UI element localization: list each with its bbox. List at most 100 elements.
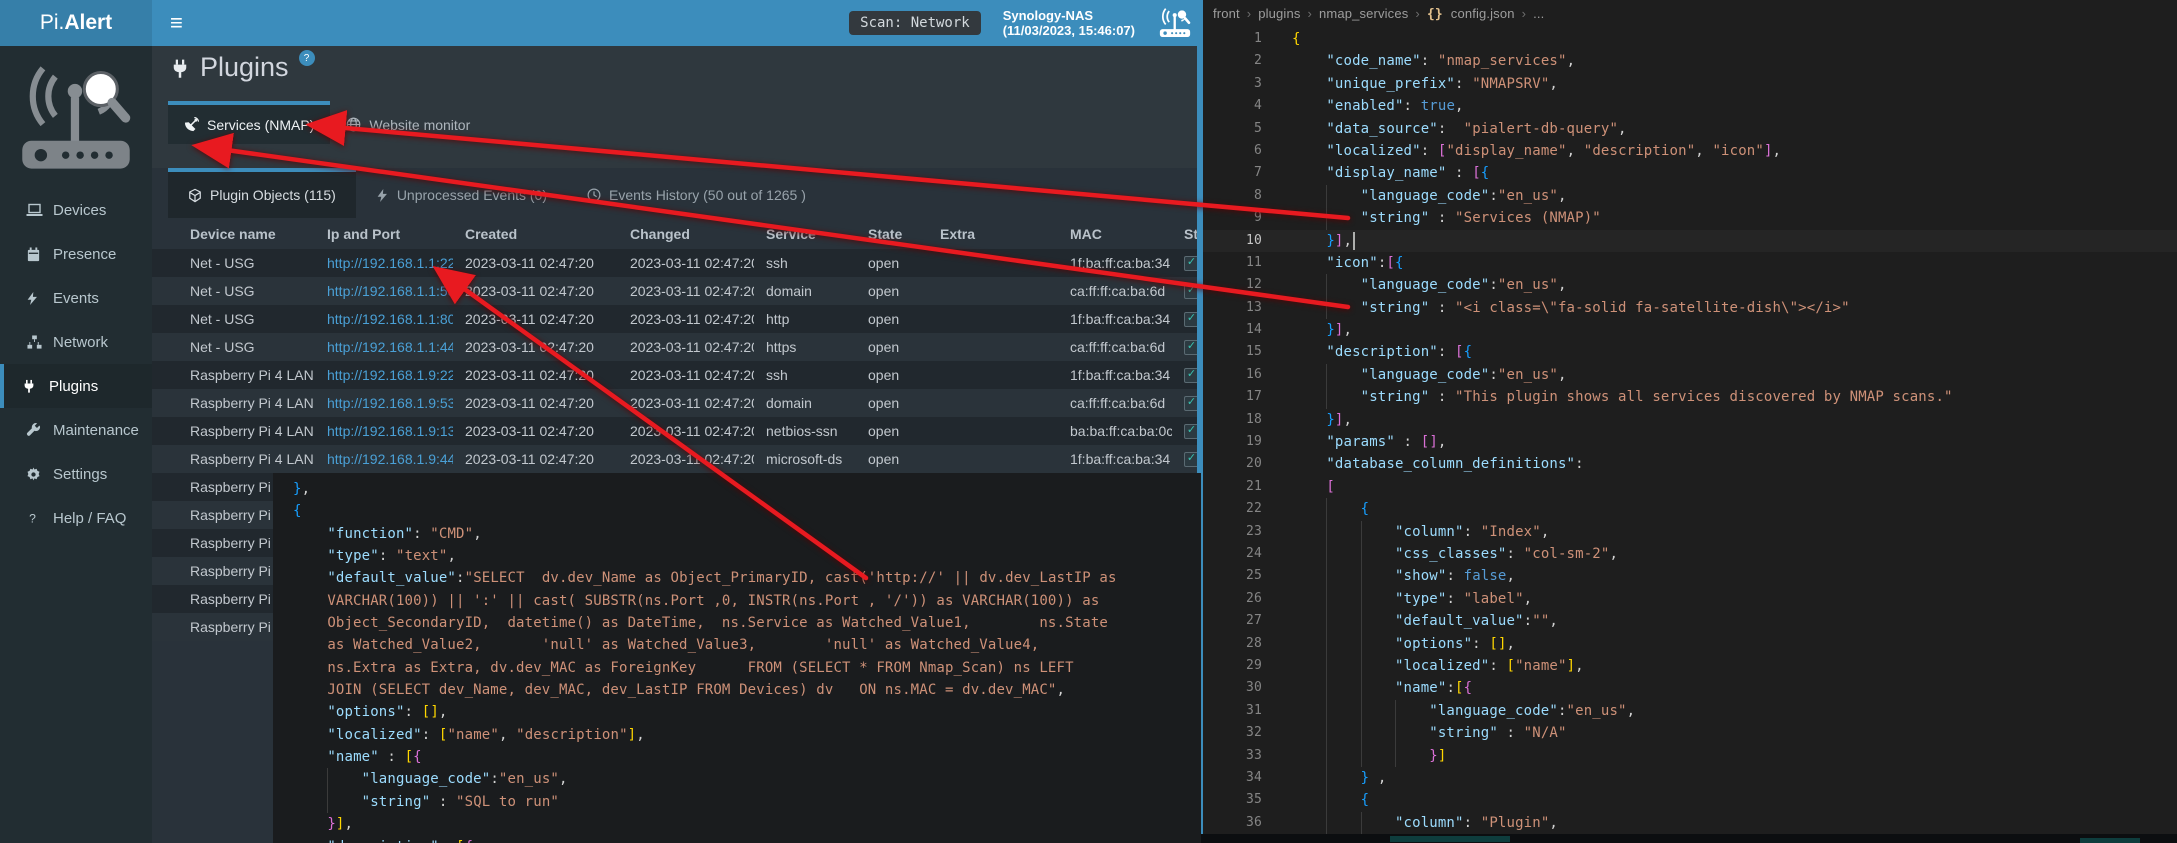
line-content: "localized": ["display_name", "descripti… bbox=[1292, 140, 1781, 162]
line-content: "language_code":"en_us", bbox=[1292, 364, 1567, 386]
cell-ip-port: http://192.168.1.1:443 bbox=[315, 339, 453, 355]
line-number: 28 bbox=[1203, 633, 1262, 655]
sidebar-item-settings[interactable]: Settings bbox=[0, 452, 152, 496]
cell-created: 2023-03-11 02:47:20 bbox=[453, 451, 618, 467]
line-content: "language_code":"en_us", bbox=[1292, 185, 1567, 207]
column-header-mac[interactable]: MAC bbox=[1058, 226, 1172, 242]
column-header-device-name[interactable]: Device name bbox=[152, 226, 315, 242]
column-header-changed[interactable]: Changed bbox=[618, 226, 754, 242]
line-content: "default_value":"", bbox=[1292, 610, 1558, 632]
json-file-icon: {} bbox=[1427, 7, 1451, 22]
globe-icon bbox=[346, 117, 361, 132]
hamburger-menu-icon[interactable]: ≡ bbox=[152, 0, 201, 46]
ip-port-link[interactable]: http://192.168.1.9:445 bbox=[327, 451, 453, 467]
editor-line: 34 } , bbox=[1203, 767, 2177, 789]
help-badge[interactable]: ? bbox=[299, 50, 315, 66]
tab-website-monitor[interactable]: Website monitor bbox=[330, 101, 486, 144]
clock-icon bbox=[587, 188, 601, 202]
line-content: "css_classes": "col-sm-2", bbox=[1292, 543, 1618, 565]
line-content: "language_code":"en_us", bbox=[1292, 274, 1567, 296]
column-header-status[interactable]: Status bbox=[1172, 226, 1199, 242]
sidebar-item-presence[interactable]: Presence bbox=[0, 232, 152, 276]
line-number: 36 bbox=[1203, 812, 1262, 834]
column-header-state[interactable]: State bbox=[856, 226, 928, 242]
pialert-logo-icon bbox=[14, 60, 138, 178]
editor-line: 5 "data_source": "pialert-db-query", bbox=[1203, 118, 2177, 140]
subtab-events-history-50-out-of-1265-[interactable]: Events History (50 out of 1265 ) bbox=[567, 168, 826, 218]
cell-device-name: Net - USG bbox=[152, 255, 315, 271]
subtab-label: Unprocessed Events (0) bbox=[397, 187, 547, 203]
plug-icon bbox=[22, 378, 39, 394]
code-editor[interactable]: front›plugins›nmap_services›{} config.js… bbox=[1203, 0, 2177, 843]
cell-status: ✓ bbox=[1172, 312, 1199, 327]
cell-changed: 2023-03-11 02:47:20 bbox=[618, 255, 754, 271]
ip-port-link[interactable]: http://192.168.1.1:443 bbox=[327, 339, 453, 355]
cell-mac: 1f:ba:ff:ca:ba:34 bbox=[1058, 311, 1172, 327]
breadcrumb-item[interactable]: {} config.json bbox=[1427, 6, 1515, 22]
sidebar-item-network[interactable]: Network bbox=[0, 320, 152, 364]
column-header-service[interactable]: Service bbox=[754, 226, 856, 242]
line-number: 15 bbox=[1203, 341, 1262, 363]
editor-line: 7 "display_name" : [{ bbox=[1203, 162, 2177, 184]
ip-port-link[interactable]: http://192.168.1.1:22 bbox=[327, 255, 453, 271]
breadcrumb-item[interactable]: ... bbox=[1533, 6, 1544, 21]
cell-device-name: Net - USG bbox=[152, 311, 315, 327]
overlay-code-line: "description": [{ bbox=[293, 836, 1201, 843]
overlay-code-line: ns.Extra as Extra, dv.dev_MAC as Foreign… bbox=[293, 657, 1201, 679]
subtab-plugin-objects-115-[interactable]: Plugin Objects (115) bbox=[168, 168, 356, 218]
ip-port-link[interactable]: http://192.168.1.9:22 bbox=[327, 367, 453, 383]
cell-device-name: Raspberry Pi 4 LAN bbox=[152, 451, 315, 467]
ip-port-link[interactable]: http://192.168.1.9:53 bbox=[327, 395, 453, 411]
tab-label: Website monitor bbox=[369, 117, 470, 133]
editor-line: 27 "default_value":"", bbox=[1203, 610, 2177, 632]
cube-icon bbox=[188, 188, 202, 203]
sidebar-item-plugins[interactable]: Plugins bbox=[0, 364, 152, 408]
cell-changed: 2023-03-11 02:47:20 bbox=[618, 311, 754, 327]
table-row: Raspberry Pi 4 LAN http://192.168.1.9:445… bbox=[152, 445, 1199, 473]
column-header-created[interactable]: Created bbox=[453, 226, 618, 242]
sidebar-item-label: Presence bbox=[53, 246, 116, 263]
overlay-code-line: "default_value":"SELECT dv.dev_Name as O… bbox=[293, 567, 1201, 589]
sidebar-item-help-faq[interactable]: ?Help / FAQ bbox=[0, 496, 152, 540]
column-header-extra[interactable]: Extra bbox=[928, 226, 1058, 242]
editor-line: 3 "unique_prefix": "NMAPSRV", bbox=[1203, 73, 2177, 95]
cell-mac: ba:ba:ff:ca:ba:0c bbox=[1058, 423, 1172, 439]
breadcrumb-item[interactable]: front bbox=[1213, 6, 1240, 21]
cell-status: ✓ bbox=[1172, 396, 1199, 411]
sidebar-item-label: Plugins bbox=[49, 378, 98, 395]
breadcrumb-item[interactable]: nmap_services bbox=[1319, 6, 1408, 21]
cell-service: domain bbox=[754, 283, 856, 299]
cell-mac: ca:ff:ff:ca:ba:6d bbox=[1058, 339, 1172, 355]
editor-line: 25 "show": false, bbox=[1203, 565, 2177, 587]
sidebar: Devices Presence EventsNetwork Plugins Maint… bbox=[0, 46, 152, 843]
column-header-ip-and-port[interactable]: Ip and Port bbox=[315, 226, 453, 242]
cell-created: 2023-03-11 02:47:20 bbox=[453, 423, 618, 439]
line-content: "unique_prefix": "NMAPSRV", bbox=[1292, 73, 1558, 95]
tab-label: Services (NMAP) bbox=[207, 117, 314, 133]
editor-line: 4 "enabled": true, bbox=[1203, 95, 2177, 117]
tab-services-nmap-[interactable]: Services (NMAP) bbox=[168, 101, 330, 144]
line-content: "params" : [], bbox=[1292, 431, 1447, 453]
ip-port-link[interactable]: http://192.168.1.9:139 bbox=[327, 423, 453, 439]
sidebar-item-devices[interactable]: Devices bbox=[0, 188, 152, 232]
ip-port-link[interactable]: http://192.168.1.1:53 bbox=[327, 283, 453, 299]
sidebar-item-events[interactable]: Events bbox=[0, 276, 152, 320]
breadcrumb-item[interactable]: plugins bbox=[1258, 6, 1300, 21]
sidebar-item-label: Settings bbox=[53, 466, 107, 483]
line-content: "column": "Index", bbox=[1292, 521, 1549, 543]
app-logo[interactable]: Pi.Alert bbox=[0, 0, 152, 46]
subtab-unprocessed-events-0-[interactable]: Unprocessed Events (0) bbox=[356, 168, 567, 218]
line-content: } , bbox=[1292, 767, 1386, 789]
wrench-icon bbox=[26, 422, 43, 438]
cell-changed: 2023-03-11 02:47:20 bbox=[618, 423, 754, 439]
editor-code-area[interactable]: 1{2 "code_name": "nmap_services",3 "uniq… bbox=[1203, 28, 2177, 834]
cell-changed: 2023-03-11 02:47:20 bbox=[618, 395, 754, 411]
subtab-label: Plugin Objects (115) bbox=[210, 187, 336, 203]
ip-port-link[interactable]: http://192.168.1.1:80 bbox=[327, 311, 453, 327]
cell-created: 2023-03-11 02:47:20 bbox=[453, 255, 618, 271]
line-content: }] bbox=[1292, 745, 1446, 767]
navbar-right: Scan: Network Synology-NAS (11/03/2023, … bbox=[849, 7, 1199, 39]
sidebar-item-maintenance[interactable]: Maintenance bbox=[0, 408, 152, 452]
line-number: 4 bbox=[1203, 95, 1262, 117]
line-content: { bbox=[1292, 28, 1301, 50]
